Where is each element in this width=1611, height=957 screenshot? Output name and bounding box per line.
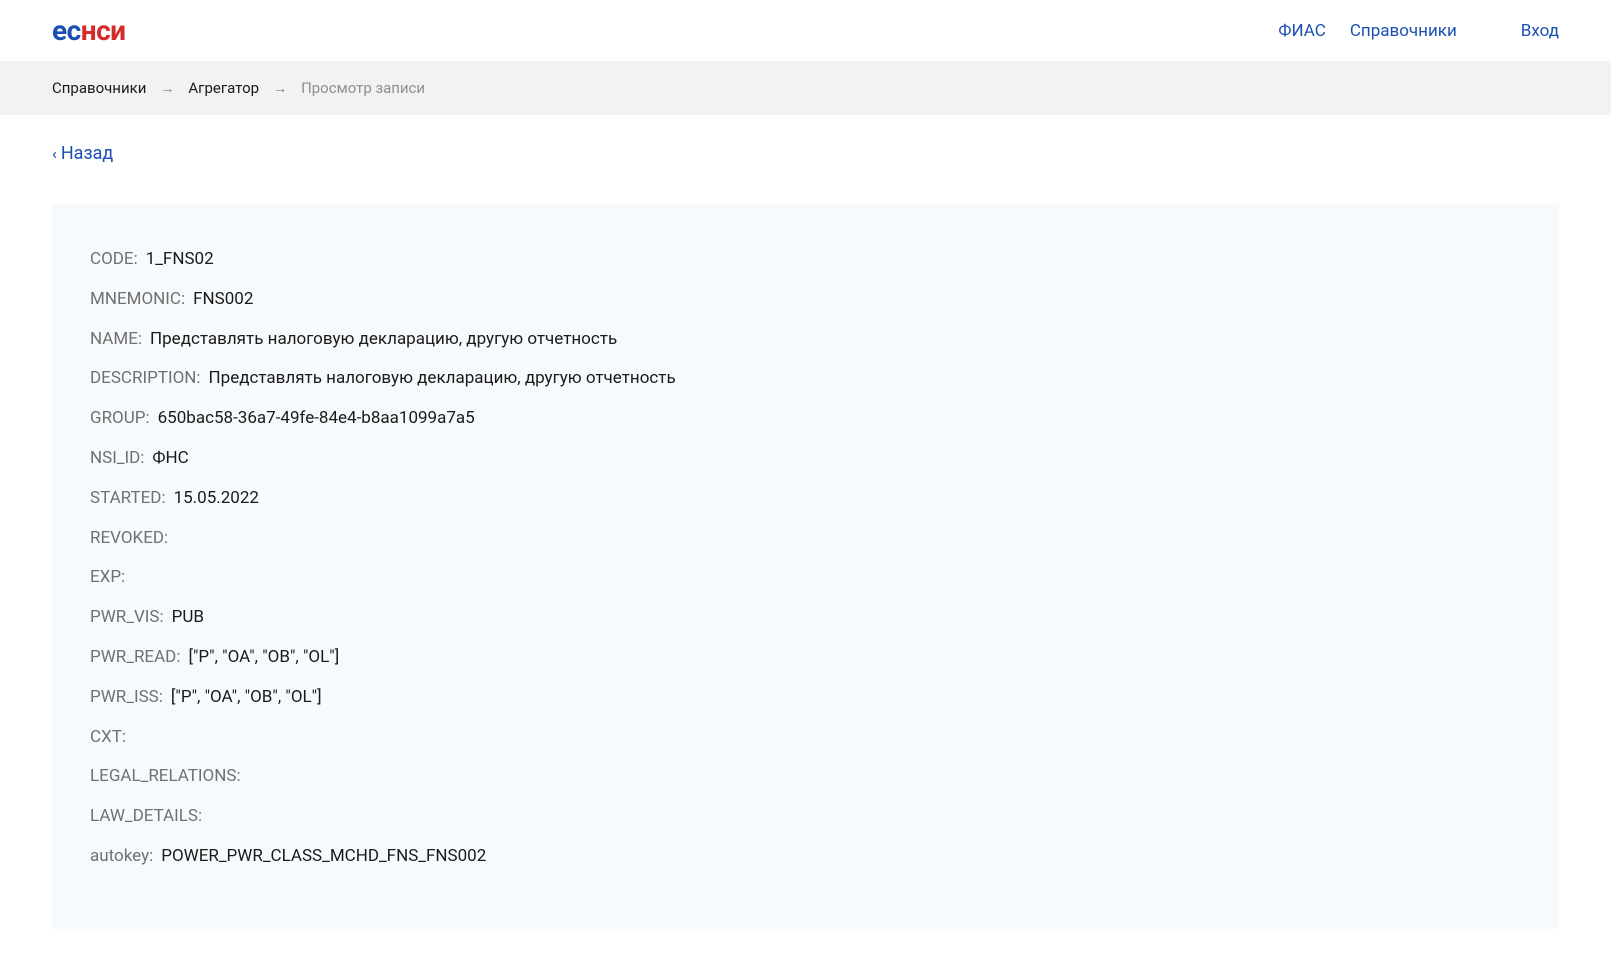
field-row: LEGAL_RELATIONS: [90, 765, 1521, 789]
field-value: Представлять налоговую декларацию, другу… [150, 328, 617, 352]
field-row: LAW_DETAILS: [90, 805, 1521, 829]
field-label: LAW_DETAILS: [90, 805, 202, 829]
record-panel: CODE: 1_FNS02 MNEMONIC: FNS002 NAME: Представ… [52, 204, 1559, 929]
field-value: 650bac58-36a7-49fe-84e4-b8aa1099a7a5 [158, 407, 475, 431]
field-label: STARTED: [90, 487, 166, 511]
field-value: ["P", "OA", "OB", "OL"] [171, 686, 322, 710]
logo-text-blue: ес [52, 14, 81, 47]
logo[interactable]: еснси [52, 14, 126, 47]
field-row: NSI_ID: ФНС [90, 447, 1521, 471]
field-row: GROUP: 650bac58-36a7-49fe-84e4-b8aa1099a7… [90, 407, 1521, 431]
field-row: CXT: [90, 726, 1521, 750]
content: ‹ Назад CODE: 1_FNS02 MNEMONIC: FNS002 NAME:… [0, 115, 1611, 957]
field-row: REVOKED: [90, 527, 1521, 551]
field-label: LEGAL_RELATIONS: [90, 765, 241, 789]
field-row: EXP: [90, 566, 1521, 590]
chevron-left-icon: ‹ [52, 144, 57, 163]
chevron-right-icon: → [273, 80, 287, 97]
field-value: PUB [172, 606, 204, 630]
field-label: DESCRIPTION: [90, 367, 201, 391]
field-row: PWR_VIS: PUB [90, 606, 1521, 630]
logo-text-red: нси [81, 14, 126, 47]
breadcrumb-aggregator[interactable]: Агрегатор [188, 79, 259, 97]
field-label: GROUP: [90, 407, 150, 431]
nav-links: ФИАС Справочники Вход [1278, 21, 1559, 41]
breadcrumb-current: Просмотр записи [301, 79, 425, 97]
field-value: 1_FNS02 [146, 248, 214, 272]
field-row: STARTED: 15.05.2022 [90, 487, 1521, 511]
chevron-right-icon: → [160, 80, 174, 97]
field-label: PWR_READ: [90, 646, 180, 670]
field-label: PWR_VIS: [90, 606, 164, 630]
field-row: PWR_ISS: ["P", "OA", "OB", "OL"] [90, 686, 1521, 710]
field-value: 15.05.2022 [174, 487, 259, 511]
field-value: ФНС [152, 447, 188, 471]
nav-login[interactable]: Вход [1521, 21, 1559, 41]
field-label: NAME: [90, 328, 142, 352]
field-label: NSI_ID: [90, 447, 144, 471]
back-label: Назад [61, 143, 113, 164]
field-row: MNEMONIC: FNS002 [90, 288, 1521, 312]
field-value: POWER_PWR_CLASS_MCHD_FNS_FNS002 [161, 845, 486, 869]
breadcrumb: Справочники → Агрегатор → Просмотр запис… [0, 61, 1611, 115]
field-row: DESCRIPTION: Представлять налоговую декла… [90, 367, 1521, 391]
field-label: REVOKED: [90, 527, 168, 551]
field-value: ["P", "OA", "OB", "OL"] [188, 646, 339, 670]
field-row: autokey: POWER_PWR_CLASS_MCHD_FNS_FNS002 [90, 845, 1521, 869]
back-button[interactable]: ‹ Назад [52, 143, 113, 164]
field-label: CODE: [90, 248, 138, 272]
field-label: autokey: [90, 845, 153, 869]
field-value: FNS002 [193, 288, 253, 312]
field-label: EXP: [90, 566, 125, 590]
field-row: CODE: 1_FNS02 [90, 248, 1521, 272]
field-label: MNEMONIC: [90, 288, 185, 312]
field-row: PWR_READ: ["P", "OA", "OB", "OL"] [90, 646, 1521, 670]
field-label: CXT: [90, 726, 126, 750]
header: еснси ФИАС Справочники Вход [0, 0, 1611, 61]
nav-directories[interactable]: Справочники [1350, 21, 1457, 41]
field-row: NAME: Представлять налоговую декларацию, … [90, 328, 1521, 352]
nav-fias[interactable]: ФИАС [1278, 21, 1325, 41]
field-label: PWR_ISS: [90, 686, 163, 710]
field-value: Представлять налоговую декларацию, другу… [209, 367, 676, 391]
breadcrumb-directories[interactable]: Справочники [52, 79, 146, 97]
